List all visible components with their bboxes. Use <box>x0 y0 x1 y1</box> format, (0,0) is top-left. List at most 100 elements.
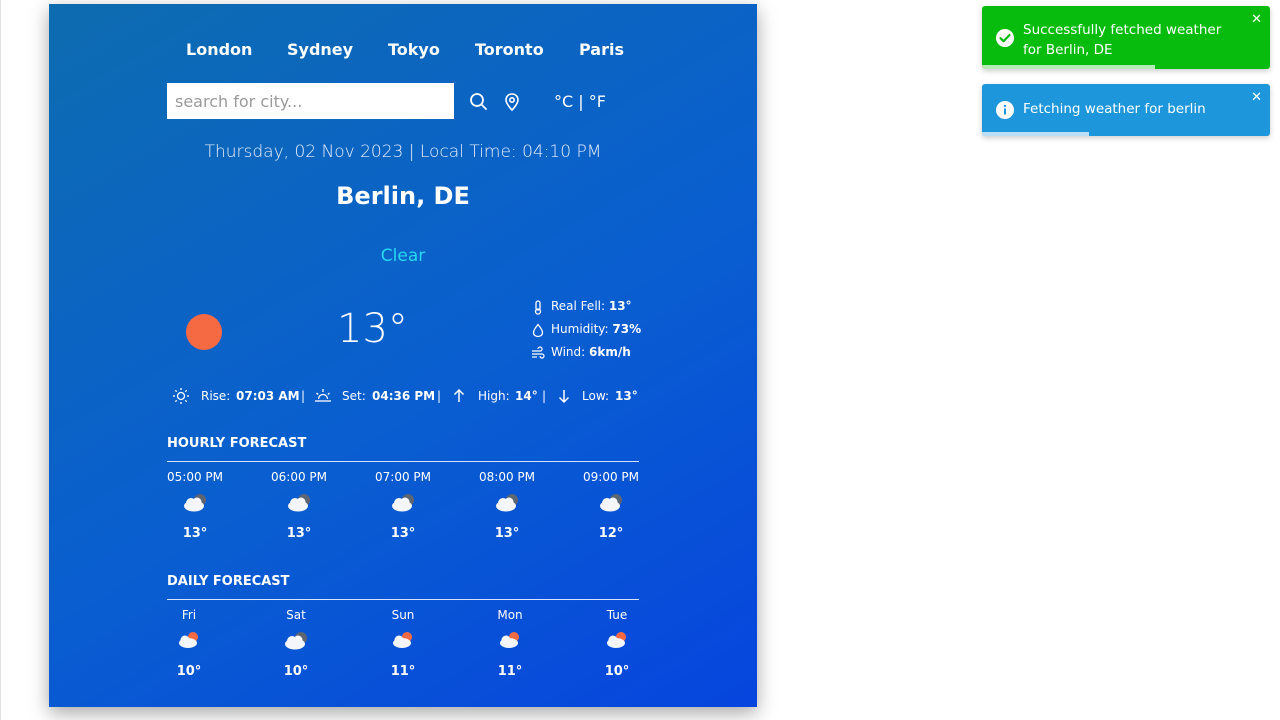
sunrise-label: Rise: <box>201 389 231 403</box>
daily-item: Mon 11° <box>475 608 545 679</box>
separator: | <box>542 389 547 403</box>
success-toast[interactable]: Successfully fetched weather for Berlin,… <box>982 6 1270 69</box>
current-temperature: 13° <box>337 306 408 352</box>
daily-item: Sat 10° <box>261 608 331 679</box>
partly-cloudy-day-icon <box>154 626 224 662</box>
wind-icon <box>532 346 545 359</box>
low-value: 13° <box>615 389 638 403</box>
hourly-item: 06:00 PM 13° <box>264 470 334 541</box>
daily-item: Sun 11° <box>368 608 438 679</box>
weather-condition: Clear <box>380 246 426 266</box>
humidity-row: Humidity: 73% <box>531 322 671 345</box>
daily-divider <box>167 599 639 600</box>
sunrise-value: 07:03 AM <box>236 389 300 403</box>
hourly-time: 08:00 PM <box>479 470 535 484</box>
feels-like-value: 13° <box>608 299 632 313</box>
city-button-paris[interactable]: Paris <box>579 40 624 59</box>
cloudy-night-icon <box>368 488 438 524</box>
city-button-toronto[interactable]: Toronto <box>475 40 544 59</box>
daily-day: Mon <box>497 608 523 622</box>
info-toast-progress <box>982 132 1089 136</box>
sunset-label: Set: <box>342 389 366 403</box>
check-circle-icon <box>995 28 1015 52</box>
daily-day: Sun <box>391 608 415 622</box>
hourly-temp: 13° <box>494 526 520 541</box>
hourly-divider <box>167 461 639 462</box>
feels-like-row: Real Fell: 13° <box>531 299 671 322</box>
partly-cloudy-day-icon <box>475 626 545 662</box>
info-circle-icon <box>995 100 1015 124</box>
hourly-temp: 13° <box>286 526 312 541</box>
info-toast-message: Fetching weather for berlin <box>1023 101 1206 117</box>
hourly-item: 08:00 PM 13° <box>472 470 542 541</box>
humidity-value: 73% <box>612 322 642 336</box>
daily-temp: 10° <box>283 664 309 679</box>
hourly-forecast-title: HOURLY FORECAST <box>167 436 307 451</box>
location-pin-icon[interactable] <box>502 92 524 114</box>
search-input[interactable] <box>167 83 454 119</box>
arrow-up-icon <box>453 388 465 402</box>
city-button-tokyo[interactable]: Tokyo <box>388 40 440 59</box>
page-edge <box>0 0 1 720</box>
hourly-item: 09:00 PM 12° <box>576 470 646 541</box>
low-label: Low: <box>582 389 610 403</box>
sunset-value: 04:36 PM <box>372 389 436 403</box>
daily-item: Fri 10° <box>154 608 224 679</box>
hourly-item: 05:00 PM 13° <box>160 470 230 541</box>
high-label: High: <box>478 389 510 403</box>
close-icon[interactable]: ✕ <box>1251 13 1262 26</box>
hourly-time: 09:00 PM <box>583 470 639 484</box>
hourly-temp: 13° <box>182 526 208 541</box>
cloudy-night-icon <box>264 488 334 524</box>
success-toast-progress <box>982 65 1155 69</box>
daily-day: Tue <box>606 608 628 622</box>
cloudy-night-icon <box>576 488 646 524</box>
sun-icon <box>186 314 222 350</box>
daily-temp: 10° <box>176 664 202 679</box>
hourly-temp: 13° <box>390 526 416 541</box>
arrow-down-icon <box>558 390 570 404</box>
sun-high-low-row: Rise: 07:03 AM | Set: 04:36 PM | High: 1… <box>172 387 652 407</box>
partly-cloudy-day-icon <box>582 626 652 662</box>
separator: | <box>301 389 306 403</box>
daily-temp: 10° <box>604 664 630 679</box>
city-title: Berlin, DE <box>336 182 470 210</box>
separator: | <box>437 389 442 403</box>
hourly-item: 07:00 PM 13° <box>368 470 438 541</box>
close-icon[interactable]: ✕ <box>1251 91 1262 104</box>
cloudy-night-icon <box>472 488 542 524</box>
city-buttons: London Sydney Tokyo Toronto Paris <box>49 40 757 68</box>
high-value: 14° <box>515 389 538 403</box>
daily-day: Sat <box>286 608 306 622</box>
city-button-sydney[interactable]: Sydney <box>287 40 353 59</box>
unit-toggle[interactable]: °C | °F <box>554 92 606 111</box>
daily-temp: 11° <box>390 664 416 679</box>
hourly-time: 06:00 PM <box>271 470 327 484</box>
wind-row: Wind: 6km/h <box>531 345 671 368</box>
search-icon[interactable] <box>469 92 491 114</box>
hourly-time: 05:00 PM <box>167 470 223 484</box>
wind-value: 6km/h <box>589 345 631 359</box>
cloudy-night-icon <box>160 488 230 524</box>
cloudy-night-icon <box>261 626 331 662</box>
partly-cloudy-day-icon <box>368 626 438 662</box>
sunset-icon <box>315 389 331 402</box>
daily-temp: 11° <box>497 664 523 679</box>
sunrise-icon <box>173 388 189 404</box>
weather-details: Real Fell: 13° Humidity: 73% Wind: 6km/h <box>531 299 671 368</box>
daily-day: Fri <box>181 608 197 622</box>
weather-app: London Sydney Tokyo Toronto Paris °C | °… <box>49 4 757 707</box>
hourly-time: 07:00 PM <box>375 470 431 484</box>
feels-like-label: Real Fell: <box>551 299 606 313</box>
info-toast[interactable]: Fetching weather for berlin ✕ <box>982 84 1270 136</box>
daily-forecast-title: DAILY FORECAST <box>167 574 290 589</box>
city-button-london[interactable]: London <box>186 40 252 59</box>
hourly-temp: 12° <box>598 526 624 541</box>
thermometer-icon <box>534 300 542 315</box>
daily-item: Tue 10° <box>582 608 652 679</box>
droplet-icon <box>532 323 544 338</box>
date-time: Thursday, 02 Nov 2023 | Local Time: 04:1… <box>204 142 602 162</box>
wind-label: Wind: <box>551 345 586 359</box>
success-toast-message: Successfully fetched weather for Berlin,… <box>1023 22 1222 58</box>
humidity-label: Humidity: <box>551 322 609 336</box>
